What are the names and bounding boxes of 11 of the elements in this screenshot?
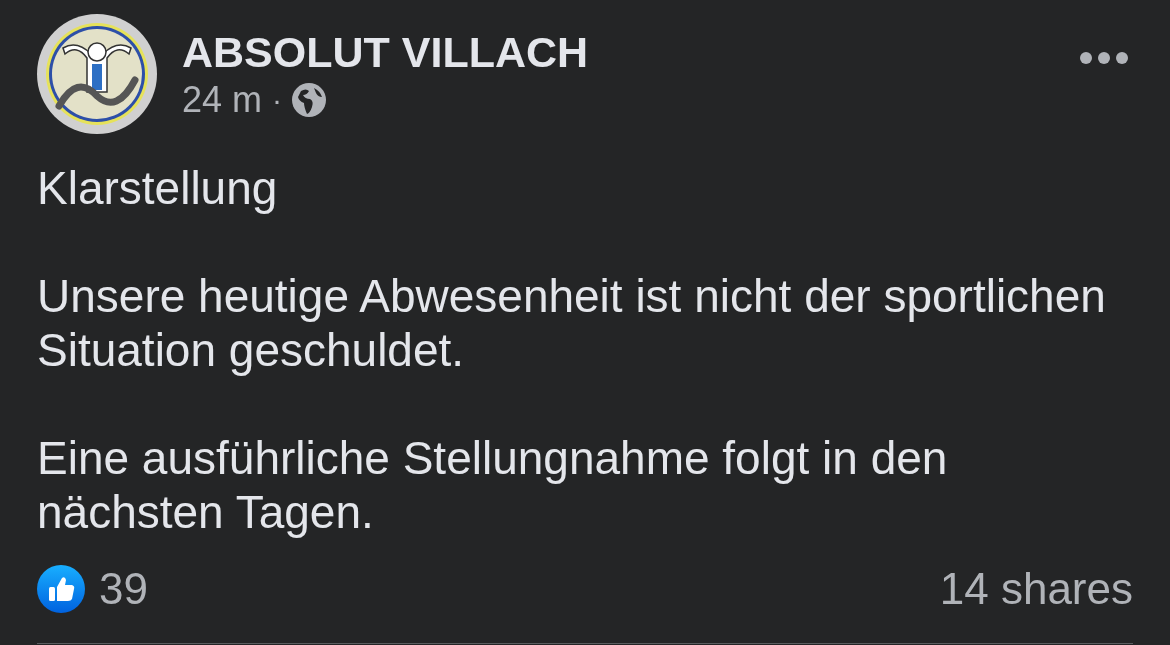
reaction-count[interactable]: 39: [99, 565, 148, 613]
like-icon: [37, 565, 85, 613]
share-count[interactable]: 14 shares: [939, 565, 1133, 613]
separator-dot: ·: [272, 82, 283, 118]
post-text: Klarstellung: [37, 161, 279, 215]
post-text: Unsere heutige Abwesenheit ist nicht der sportlichen Situation geschuldet.: [37, 269, 1107, 377]
more-options-icon[interactable]: [1080, 52, 1128, 64]
post-time: 24 m: [182, 80, 263, 120]
globe-icon: [292, 83, 327, 117]
post-text: Eine ausführliche Stellungnahme folgt in den nächsten Tagen.: [37, 431, 949, 539]
page-name[interactable]: ABSOLUT VILLACH: [182, 27, 589, 77]
